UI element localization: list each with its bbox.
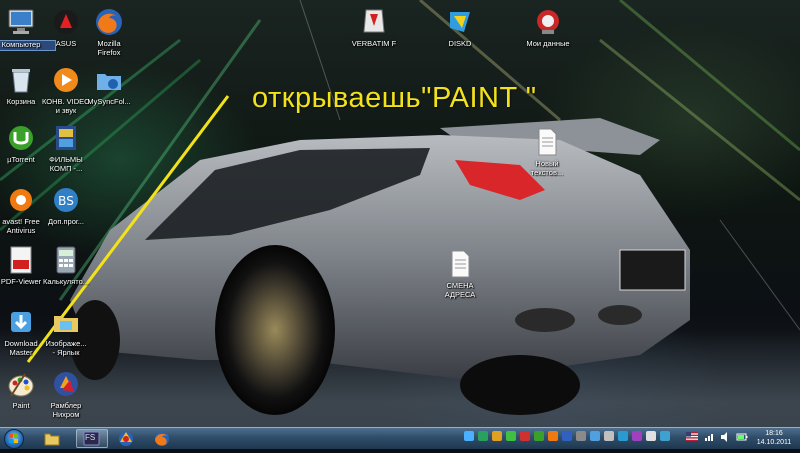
desktop-icon-label: VERBATIM F xyxy=(351,39,397,48)
text-document-icon xyxy=(538,128,557,156)
bs-icon: BS xyxy=(54,188,78,212)
desktop-icon-label: ФИЛЬМЫ КОМП -... xyxy=(49,155,83,173)
my-data-icon xyxy=(537,10,559,34)
desktop-icon-address[interactable]: СМЕНА АДРЕСА xyxy=(425,248,495,299)
volume-icon[interactable] xyxy=(720,432,732,442)
desktop-icon-mysyncfolder[interactable]: MySyncFol... xyxy=(74,64,144,107)
tray-app-icon[interactable] xyxy=(646,431,656,441)
language-flag-icon[interactable] xyxy=(686,432,698,441)
tray-app-icon[interactable] xyxy=(604,431,614,441)
desktop-icon-label: Рамблер Нихром xyxy=(50,401,82,419)
taskbar-item-fs-label: FS xyxy=(85,433,96,442)
taskbar-item-browser[interactable] xyxy=(110,429,142,448)
desktop-icon-disk-d[interactable]: DISKD xyxy=(425,6,495,49)
desktop-icon-my-data[interactable]: Мои данные xyxy=(513,6,583,49)
desktop-icon-films[interactable]: ФИЛЬМЫ КОМП -... xyxy=(31,122,101,173)
firefox-icon xyxy=(155,432,169,446)
tray-app-icon[interactable] xyxy=(562,431,572,441)
desktop-icon-verbatim[interactable]: VERBATIM F xyxy=(339,6,409,49)
start-button[interactable] xyxy=(4,429,24,449)
film-folder-icon xyxy=(56,126,76,150)
taskbar-item-firefox[interactable] xyxy=(146,429,178,448)
rambler-icon xyxy=(54,372,78,396)
calculator-icon xyxy=(56,246,76,274)
drive-icon xyxy=(450,12,470,32)
taskbar-clock[interactable]: 18:16 14.10.2011 xyxy=(752,429,796,447)
annotation-text: открываешь"PAINT " xyxy=(252,82,537,114)
desktop-icon-rambler[interactable]: Рамблер Нихром xyxy=(31,368,101,419)
windows-logo-icon xyxy=(9,434,18,443)
svg-text:BS: BS xyxy=(58,194,74,208)
tray-app-icon[interactable] xyxy=(520,431,530,441)
desktop-icon-dop-prog[interactable]: BS Доп.прог... xyxy=(31,184,101,227)
tray-app-icon[interactable] xyxy=(534,431,544,441)
taskbar-item-explorer[interactable] xyxy=(36,429,68,448)
folder-icon xyxy=(44,433,60,446)
desktop-icon-label: Mozilla Firefox xyxy=(97,39,121,57)
firefox-icon xyxy=(96,9,122,35)
tray-app-icon[interactable] xyxy=(660,431,670,441)
taskbar: FS 18:16 14.10.2011 xyxy=(0,427,800,449)
verbatim-icon xyxy=(363,9,385,33)
desktop-icon-label: Новый текстов... xyxy=(530,159,564,177)
images-shortcut-icon xyxy=(54,316,78,332)
tray-app-icon[interactable] xyxy=(576,431,586,441)
tray-app-icon[interactable] xyxy=(632,431,642,441)
network-icon[interactable] xyxy=(704,432,716,442)
text-document-icon xyxy=(451,250,470,278)
tray-app-icon[interactable] xyxy=(618,431,628,441)
tray-app-icon[interactable] xyxy=(464,431,474,441)
tray-app-icon[interactable] xyxy=(506,431,516,441)
desktop-icon-new-text[interactable]: Новый текстов... xyxy=(512,126,582,177)
browser-icon xyxy=(119,432,133,446)
desktop-icon-firefox[interactable]: Mozilla Firefox xyxy=(74,6,144,57)
desktop-icon-label: MySyncFol... xyxy=(87,97,131,106)
tray-app-icon[interactable] xyxy=(492,431,502,441)
desktop-icon-label: Калькулято... xyxy=(43,277,89,286)
tray-app-icon[interactable] xyxy=(548,431,558,441)
desktop-icon-label: Доп.прог... xyxy=(48,217,84,226)
sync-folder-icon xyxy=(97,74,121,90)
tray-app-icon[interactable] xyxy=(478,431,488,441)
clock-time: 18:16 xyxy=(765,430,783,437)
desktop-icon-images-shortcut[interactable]: Изображе... - Ярлык xyxy=(31,306,101,357)
desktop-icon-label: Мои данные xyxy=(526,39,570,48)
battery-icon[interactable] xyxy=(736,432,748,442)
desktop-icon-label: СМЕНА АДРЕСА xyxy=(444,281,476,299)
desktop-icon-label: DISKD xyxy=(448,39,472,48)
taskbar-item-fs[interactable]: FS xyxy=(76,429,108,448)
clock-date: 14.10.2011 xyxy=(756,439,792,446)
desktop-icon-label: Изображе... - Ярлык xyxy=(45,339,87,357)
desktop-icon-calculator[interactable]: Калькулято... xyxy=(31,244,101,287)
tray-app-icon[interactable] xyxy=(590,431,600,441)
